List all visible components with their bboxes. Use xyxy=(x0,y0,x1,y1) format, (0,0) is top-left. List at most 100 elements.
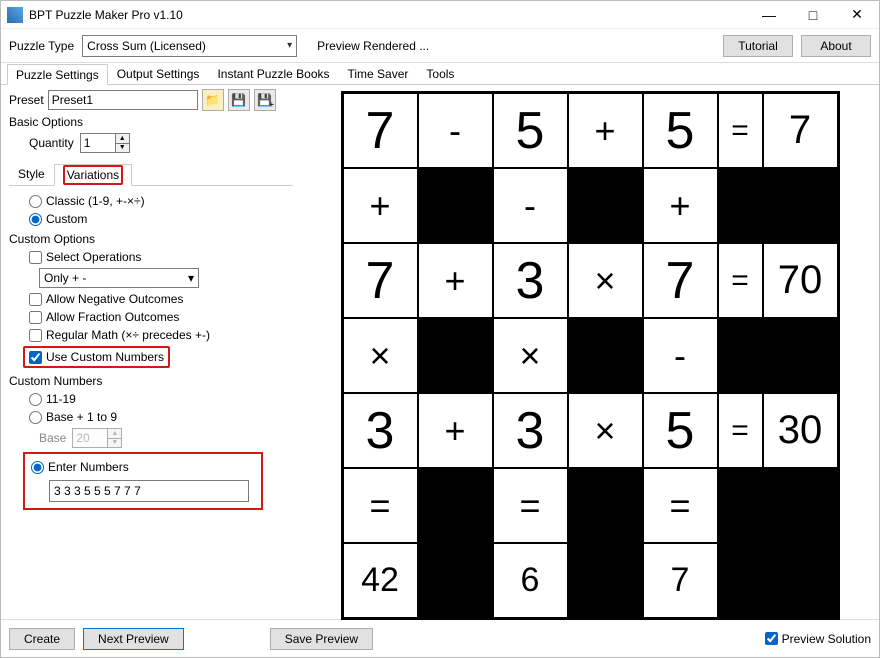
grid-cell: + xyxy=(343,168,418,243)
app-icon xyxy=(7,7,23,23)
grid-cell: 7 xyxy=(643,543,718,618)
grid-cell: = xyxy=(718,393,763,468)
save-plus-icon: 💾+ xyxy=(257,93,272,107)
close-button[interactable]: ✕ xyxy=(835,1,879,29)
preview-solution-check[interactable]: Preview Solution xyxy=(765,632,871,646)
grid-cell: 6 xyxy=(493,543,568,618)
preview-status: Preview Rendered ... xyxy=(305,39,715,53)
grid-cell xyxy=(568,543,643,618)
grid-cell xyxy=(718,543,763,618)
tab-instant-puzzle-books[interactable]: Instant Puzzle Books xyxy=(208,63,338,84)
grid-cell: 3 xyxy=(493,243,568,318)
grid-cell: 5 xyxy=(643,393,718,468)
use-custom-numbers-check[interactable]: Use Custom Numbers xyxy=(29,350,164,364)
grid-cell: = xyxy=(643,468,718,543)
grid-cell: + xyxy=(418,243,493,318)
title-bar: BPT Puzzle Maker Pro v1.10 ― □ ✕ xyxy=(1,1,879,29)
base-input xyxy=(73,429,107,447)
grid-cell xyxy=(568,468,643,543)
range-11-19-radio[interactable]: 11-19 xyxy=(29,392,76,406)
left-pane: Preset 📁 💾 💾+ Basic Options Quantity ▲ xyxy=(1,85,301,619)
tab-tools[interactable]: Tools xyxy=(417,63,463,84)
preset-label: Preset xyxy=(9,93,44,107)
save-preset-as-button[interactable]: 💾+ xyxy=(254,89,276,111)
save-preview-button[interactable]: Save Preview xyxy=(270,628,373,650)
grid-cell xyxy=(568,318,643,393)
open-preset-button[interactable]: 📁 xyxy=(202,89,224,111)
grid-cell: - xyxy=(493,168,568,243)
grid-cell xyxy=(418,543,493,618)
base-row: Base ▲ ▼ xyxy=(39,428,293,448)
grid-cell: = xyxy=(718,93,763,168)
quantity-spinner[interactable]: ▲ ▼ xyxy=(80,133,130,153)
base-plus-radio[interactable]: Base + 1 to 9 xyxy=(29,410,117,424)
regular-math-check[interactable]: Regular Math (×÷ precedes +-) xyxy=(29,328,210,342)
minimize-button[interactable]: ― xyxy=(747,1,791,29)
grid-cell: 7 xyxy=(643,243,718,318)
custom-options-heading: Custom Options xyxy=(9,232,293,246)
grid-cell: = xyxy=(493,468,568,543)
tab-output-settings[interactable]: Output Settings xyxy=(108,63,209,84)
maximize-button[interactable]: □ xyxy=(791,1,835,29)
enter-numbers-input[interactable] xyxy=(49,480,249,502)
grid-cell xyxy=(763,543,838,618)
allow-neg-check[interactable]: Allow Negative Outcomes xyxy=(29,292,183,306)
grid-cell: 5 xyxy=(643,93,718,168)
tab-puzzle-settings[interactable]: Puzzle Settings xyxy=(7,64,108,85)
preset-row: Preset 📁 💾 💾+ xyxy=(9,89,293,111)
preset-input[interactable] xyxy=(48,90,198,110)
subtab-variations[interactable]: Variations xyxy=(54,164,132,186)
chevron-down-icon: ▾ xyxy=(287,40,292,51)
grid-cell: = xyxy=(718,243,763,318)
tab-time-saver[interactable]: Time Saver xyxy=(339,63,418,84)
quantity-input[interactable] xyxy=(81,134,115,152)
enter-numbers-radio[interactable]: Enter Numbers xyxy=(31,460,129,474)
grid-cell: 7 xyxy=(343,93,418,168)
grid-cell: × xyxy=(568,243,643,318)
grid-cell xyxy=(418,468,493,543)
grid-cell xyxy=(418,318,493,393)
puzzle-type-value: Cross Sum (Licensed) xyxy=(87,39,206,53)
puzzle-type-label: Puzzle Type xyxy=(9,39,74,53)
custom-radio[interactable]: Custom xyxy=(29,212,87,226)
spinner-up-icon: ▲ xyxy=(107,429,121,439)
create-button[interactable]: Create xyxy=(9,628,75,650)
grid-cell: 70 xyxy=(763,243,838,318)
grid-cell xyxy=(763,168,838,243)
cross-sum-grid: 7-5+5=7+-+7+3×7=70××-3+3×5=30===4267 xyxy=(341,91,840,620)
next-preview-button[interactable]: Next Preview xyxy=(83,628,184,650)
base-spinner: ▲ ▼ xyxy=(72,428,122,448)
grid-cell xyxy=(718,468,763,543)
custom-numbers-heading: Custom Numbers xyxy=(9,374,293,388)
subtab-style[interactable]: Style xyxy=(9,163,54,185)
spinner-down-icon: ▼ xyxy=(107,439,121,448)
grid-cell: + xyxy=(418,393,493,468)
puzzle-type-combo[interactable]: Cross Sum (Licensed) ▾ xyxy=(82,35,297,57)
folder-icon: 📁 xyxy=(205,93,220,107)
grid-cell: 5 xyxy=(493,93,568,168)
grid-cell: + xyxy=(643,168,718,243)
enter-numbers-block: Enter Numbers xyxy=(23,452,263,510)
grid-cell xyxy=(718,318,763,393)
save-icon: 💾 xyxy=(231,93,246,107)
grid-cell: × xyxy=(343,318,418,393)
tutorial-button[interactable]: Tutorial xyxy=(723,35,793,57)
grid-cell xyxy=(718,168,763,243)
grid-cell: + xyxy=(568,93,643,168)
grid-cell xyxy=(418,168,493,243)
grid-cell: 42 xyxy=(343,543,418,618)
select-ops-check[interactable]: Select Operations xyxy=(29,250,141,264)
classic-radio[interactable]: Classic (1-9, +-×÷) xyxy=(29,194,145,208)
about-button[interactable]: About xyxy=(801,35,871,57)
subtab-variations-label: Variations xyxy=(63,165,123,185)
spinner-up-icon[interactable]: ▲ xyxy=(115,134,129,144)
allow-frac-check[interactable]: Allow Fraction Outcomes xyxy=(29,310,179,324)
save-preset-button[interactable]: 💾 xyxy=(228,89,250,111)
base-label: Base xyxy=(39,431,66,445)
grid-cell: = xyxy=(343,468,418,543)
top-row: Puzzle Type Cross Sum (Licensed) ▾ Previ… xyxy=(1,29,879,63)
ops-mode-combo[interactable]: Only + - ▾ xyxy=(39,268,199,288)
spinner-down-icon[interactable]: ▼ xyxy=(115,144,129,153)
main-tabstrip: Puzzle Settings Output Settings Instant … xyxy=(1,63,879,85)
preview-pane: 7-5+5=7+-+7+3×7=70××-3+3×5=30===4267 xyxy=(301,85,879,619)
